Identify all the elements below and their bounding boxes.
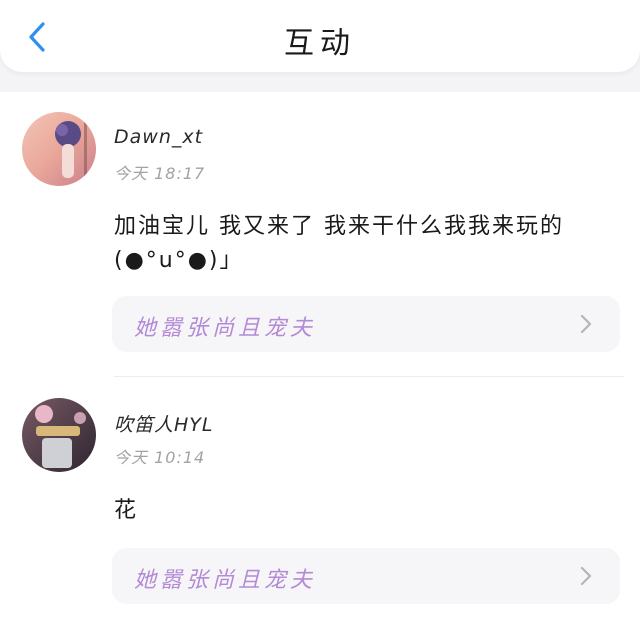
chevron-right-icon [580, 566, 592, 586]
comment-item: Dawn_xt 今天 18:17 加油宝儿 我又来了 我来干什么我我来玩的(●°… [0, 92, 640, 374]
comment-text: 花 [114, 498, 139, 523]
avatar[interactable] [22, 112, 96, 186]
source-book-title: 她嚣张尚且宠夫 [134, 316, 317, 341]
avatar[interactable] [22, 398, 96, 472]
comment-item: 吹笛人HYL 今天 10:14 花 她嚣张尚且宠夫 [0, 380, 640, 620]
divider [114, 376, 624, 377]
timestamp: 今天 10:14 [114, 448, 206, 467]
avatar-image [22, 112, 96, 186]
source-book-link[interactable]: 她嚣张尚且宠夫 [112, 548, 620, 604]
top-bar: 互动 [0, 0, 640, 72]
username[interactable]: 吹笛人HYL [114, 410, 213, 437]
page-title: 互动 [284, 26, 356, 61]
chevron-right-icon [580, 314, 592, 334]
timestamp: 今天 18:17 [114, 164, 206, 183]
avatar-image [22, 398, 96, 472]
username[interactable]: Dawn_xt [114, 126, 203, 148]
comment-list: Dawn_xt 今天 18:17 加油宝儿 我又来了 我来干什么我我来玩的(●°… [0, 92, 640, 623]
source-book-link[interactable]: 她嚣张尚且宠夫 [112, 296, 620, 352]
source-book-title: 她嚣张尚且宠夫 [134, 568, 317, 593]
comment-text: 加油宝儿 我又来了 我来干什么我我来玩的(●°u°●)」 [114, 214, 564, 273]
